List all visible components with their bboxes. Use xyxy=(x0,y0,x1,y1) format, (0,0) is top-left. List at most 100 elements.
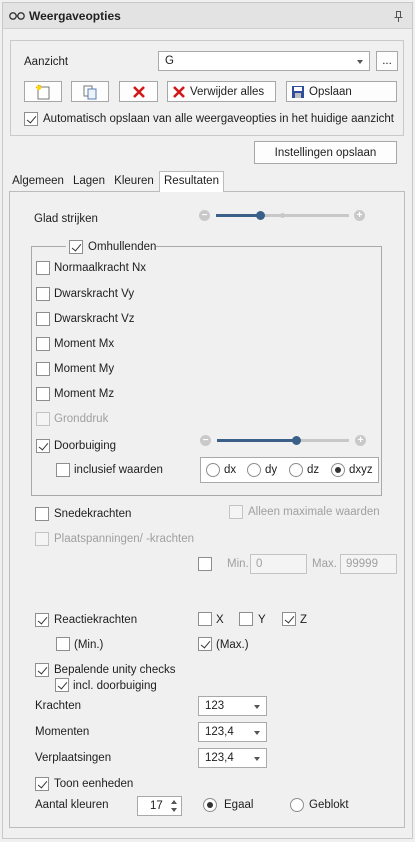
minus-icon[interactable]: − xyxy=(200,435,211,446)
show-units-label: Toon eenheden xyxy=(54,778,134,790)
reaction-x-label: X xyxy=(216,614,224,626)
chevron-up-icon[interactable] xyxy=(171,800,177,804)
option-label: Dwarskracht Vz xyxy=(54,313,135,325)
option-label: Dwarskracht Vy xyxy=(54,288,135,300)
delete-view-button[interactable] xyxy=(119,81,158,102)
displacements-select[interactable]: 123,4 xyxy=(198,748,267,768)
tab-lagen[interactable]: Lagen xyxy=(69,171,109,191)
new-document-icon xyxy=(35,84,50,99)
tab-join xyxy=(160,190,223,192)
option-label: Moment Mz xyxy=(54,388,115,400)
blocked-label: Geblokt xyxy=(309,799,349,811)
min-label: Min. xyxy=(227,558,249,570)
envelopes-label: Omhullenden xyxy=(88,241,157,253)
tab-kleuren[interactable]: Kleuren xyxy=(111,171,157,191)
displacements-label: Verplaatsingen xyxy=(35,752,112,764)
save-button[interactable]: Opslaan xyxy=(286,81,397,102)
radio-dx[interactable] xyxy=(206,463,220,477)
option-label: Moment My xyxy=(54,363,115,375)
reaction-y-checkbox[interactable] xyxy=(239,612,253,626)
chevron-down-icon xyxy=(254,757,260,761)
smooth-label: Glad strijken xyxy=(34,213,98,225)
chevron-down-icon xyxy=(357,60,363,64)
tab-resultaten[interactable]: Resultaten xyxy=(159,171,224,192)
min-input[interactable]: 0 xyxy=(250,554,307,574)
smooth-slider-fill xyxy=(216,214,260,217)
plate-stress-checkbox[interactable] xyxy=(35,532,49,546)
option-checkbox[interactable] xyxy=(36,439,50,453)
reaction-max-checkbox[interactable] xyxy=(198,637,212,651)
dx-label: dx xyxy=(224,464,237,476)
incl-values-label: inclusief waarden xyxy=(74,464,163,476)
moments-select[interactable]: 123,4 xyxy=(198,722,267,742)
option-checkbox[interactable] xyxy=(36,312,50,326)
deflection-slider-knob[interactable] xyxy=(292,436,301,445)
delete-all-label: Verwijder alles xyxy=(190,85,265,98)
copy-icon xyxy=(83,85,97,99)
incl-deflection-checkbox[interactable] xyxy=(55,678,69,692)
chevron-down-icon xyxy=(254,705,260,709)
unity-checks-checkbox[interactable] xyxy=(35,663,49,677)
only-max-checkbox[interactable] xyxy=(229,505,243,519)
max-input[interactable]: 99999 xyxy=(340,554,397,574)
deflection-slider-fill xyxy=(217,439,296,442)
chevron-down-icon[interactable] xyxy=(171,808,177,812)
envelopes-checkbox[interactable] xyxy=(69,240,83,254)
radio-dy[interactable] xyxy=(247,463,261,477)
title-bar: Weergaveopties xyxy=(3,3,412,29)
option-checkbox[interactable] xyxy=(36,412,50,426)
view-select[interactable]: G xyxy=(158,51,370,71)
num-colors-value: 17 xyxy=(150,800,163,812)
reaction-y-label: Y xyxy=(258,614,266,626)
dxyz-label: dxyz xyxy=(349,464,373,476)
plus-icon[interactable]: + xyxy=(355,435,366,446)
pin-icon[interactable] xyxy=(394,11,403,22)
option-label: Normaalkracht Nx xyxy=(54,262,147,274)
option-checkbox[interactable] xyxy=(36,387,50,401)
moments-label: Momenten xyxy=(35,726,90,738)
option-checkbox[interactable] xyxy=(36,261,50,275)
minus-icon[interactable]: − xyxy=(199,210,210,221)
reaction-z-checkbox[interactable] xyxy=(282,612,296,626)
option-checkbox[interactable] xyxy=(36,337,50,351)
reaction-min-checkbox[interactable] xyxy=(56,637,70,651)
radio-dxyz[interactable] xyxy=(331,463,345,477)
forces-select[interactable]: 123 xyxy=(198,696,267,716)
copy-view-button[interactable] xyxy=(71,81,109,102)
radio-uniform[interactable] xyxy=(203,798,217,812)
delete-all-button[interactable]: Verwijder alles xyxy=(167,81,276,102)
slider-tick xyxy=(280,213,285,218)
view-label: Aanzicht xyxy=(24,56,69,68)
range-checkbox[interactable] xyxy=(198,557,212,571)
chevron-down-icon xyxy=(254,731,260,735)
reactions-label: Reactiekrachten xyxy=(54,614,138,626)
option-checkbox[interactable] xyxy=(36,287,50,301)
save-settings-button[interactable]: Instellingen opslaan xyxy=(254,141,397,164)
displacements-value: 123,4 xyxy=(205,752,234,764)
radio-dz[interactable] xyxy=(289,463,303,477)
dz-label: dz xyxy=(307,464,320,476)
forces-value: 123 xyxy=(205,700,225,712)
tab-algemeen[interactable]: Algemeen xyxy=(9,171,67,191)
incl-values-checkbox[interactable] xyxy=(56,463,70,477)
glasses-icon xyxy=(9,12,25,20)
plus-icon[interactable]: + xyxy=(354,210,365,221)
new-view-button[interactable] xyxy=(24,81,62,102)
autosave-checkbox[interactable] xyxy=(24,112,38,126)
num-colors-stepper[interactable]: 17 xyxy=(137,796,182,816)
plate-stress-label: Plaatspanningen/ -krachten xyxy=(54,533,195,545)
save-label: Opslaan xyxy=(309,85,352,98)
show-units-checkbox[interactable] xyxy=(35,777,49,791)
option-label: Moment Mx xyxy=(54,338,115,350)
autosave-label: Automatisch opslaan van alle weergaveopt… xyxy=(43,113,394,125)
more-button[interactable]: ... xyxy=(376,51,398,71)
reactions-checkbox[interactable] xyxy=(35,613,49,627)
reaction-z-label: Z xyxy=(300,614,308,626)
radio-blocked[interactable] xyxy=(290,798,304,812)
max-label: Max. xyxy=(312,558,337,570)
option-checkbox[interactable] xyxy=(36,362,50,376)
smooth-slider-knob[interactable] xyxy=(256,211,265,220)
num-colors-label: Aantal kleuren xyxy=(35,799,109,811)
reaction-x-checkbox[interactable] xyxy=(198,612,212,626)
section-forces-checkbox[interactable] xyxy=(35,507,49,521)
